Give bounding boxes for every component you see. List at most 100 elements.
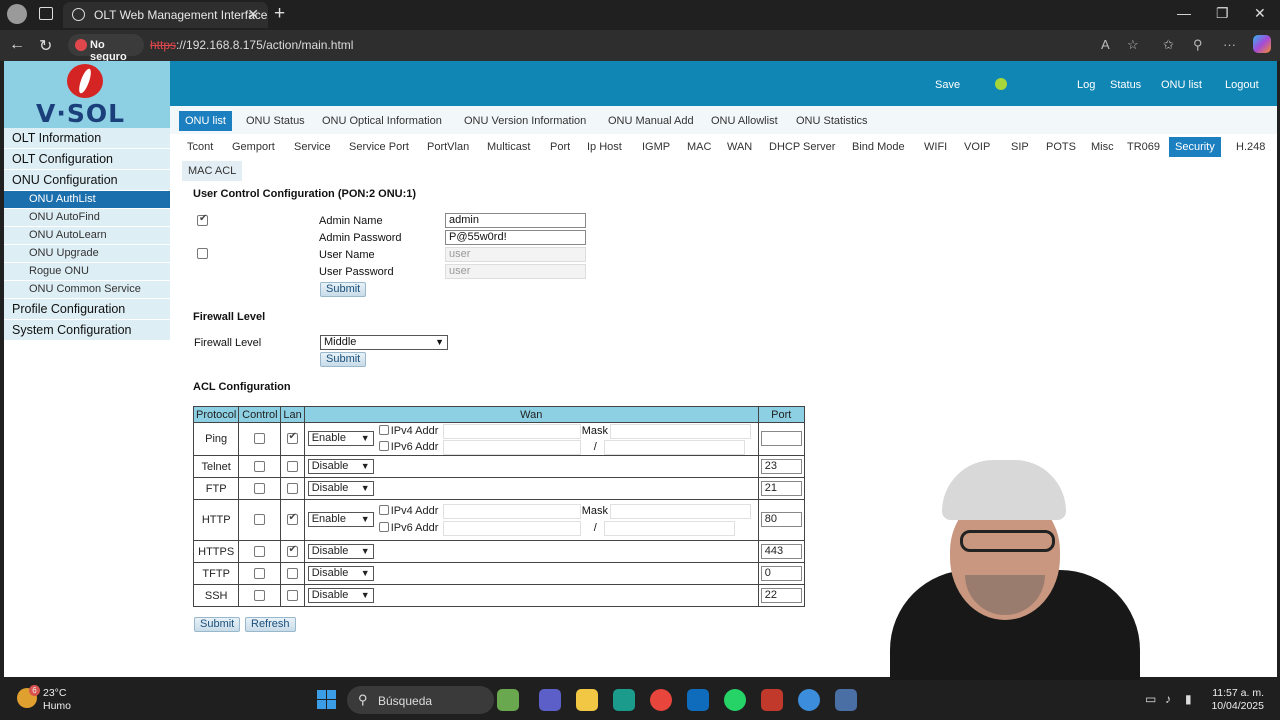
file-explorer-icon[interactable]: [576, 689, 598, 711]
lan-checkbox[interactable]: [286, 460, 298, 472]
reload-icon[interactable]: ↻: [39, 36, 52, 56]
outlook-icon[interactable]: [687, 689, 709, 711]
ipv6-input[interactable]: [442, 440, 581, 455]
app-icon-1[interactable]: [497, 689, 519, 711]
edge-icon[interactable]: [613, 689, 635, 711]
control-checkbox[interactable]: [253, 589, 265, 601]
user-control-submit-button[interactable]: Submit: [320, 282, 367, 297]
ipv4-input[interactable]: [442, 504, 581, 519]
chevron-down-icon: ▼: [435, 337, 444, 347]
lan-checkbox[interactable]: [286, 567, 298, 579]
lan-cell: [280, 562, 305, 585]
lan-checkbox[interactable]: [286, 431, 298, 444]
control-cell: [238, 422, 282, 456]
acl-refresh-button[interactable]: Refresh: [245, 617, 296, 632]
wan-select[interactable]: Enable ▼: [307, 431, 374, 446]
restore-icon[interactable]: ❐: [1216, 5, 1229, 22]
port-input[interactable]: [760, 431, 802, 446]
mask-input[interactable]: [609, 504, 751, 519]
volume-icon[interactable]: ♪: [1165, 692, 1171, 706]
taskbar-clock[interactable]: 11:57 a. m. 10/04/2025: [1206, 687, 1264, 713]
tab-actions-icon[interactable]: [39, 7, 53, 20]
app-icon-red[interactable]: [761, 689, 783, 711]
protocol-cell: TFTP: [192, 562, 240, 585]
back-icon[interactable]: ←: [9, 36, 25, 54]
network-icon[interactable]: ▭: [1145, 692, 1156, 706]
lan-cell: [280, 540, 305, 563]
ipv4-checkbox[interactable]: [378, 505, 389, 515]
firewall-submit-button[interactable]: Submit: [320, 352, 367, 367]
app-icon-blue[interactable]: [798, 689, 820, 711]
favorite-icon[interactable]: ☆: [1127, 37, 1139, 53]
lan-checkbox[interactable]: [286, 512, 298, 525]
not-secure-badge[interactable]: No seguro: [68, 34, 144, 63]
extensions-icon[interactable]: ⚲: [1193, 37, 1203, 53]
admin-enable-checkbox[interactable]: [197, 213, 208, 226]
windows-start-icon[interactable]: [317, 690, 336, 709]
teams-icon[interactable]: [539, 689, 561, 711]
ipv4-input[interactable]: [442, 424, 581, 439]
port-input[interactable]: 443: [760, 543, 802, 559]
port-input[interactable]: 80: [760, 512, 802, 527]
favorites-icon[interactable]: ✩: [1163, 37, 1174, 53]
col-wan: Wan: [303, 406, 759, 423]
mask-input[interactable]: [609, 424, 751, 439]
wan-select[interactable]: Enable ▼: [307, 512, 374, 527]
person-glasses: [960, 530, 1055, 552]
control-checkbox[interactable]: [253, 567, 265, 579]
admin-name-input[interactable]: admin: [445, 213, 586, 228]
network-app-icon[interactable]: [835, 689, 857, 711]
control-checkbox[interactable]: [253, 545, 265, 557]
lan-checkbox[interactable]: [286, 482, 298, 494]
wan-select[interactable]: Disable ▼: [307, 480, 374, 496]
lan-checkbox[interactable]: [286, 544, 298, 557]
read-aloud-icon[interactable]: A: [1101, 37, 1110, 52]
ipv6-checkbox[interactable]: [378, 522, 389, 532]
new-tab-icon[interactable]: +: [274, 3, 285, 25]
lan-checkbox[interactable]: [286, 589, 298, 601]
acl-header-row: Protocol Control Lan Wan Port: [192, 406, 805, 423]
more-icon[interactable]: ···: [1223, 37, 1236, 52]
control-checkbox[interactable]: [253, 433, 265, 444]
port-input[interactable]: 22: [760, 587, 802, 603]
close-tab-icon[interactable]: ✕: [247, 6, 259, 23]
wan-select[interactable]: Disable ▼: [307, 587, 374, 603]
port-input[interactable]: 0: [760, 565, 802, 581]
profile-avatar-icon[interactable]: [7, 4, 27, 24]
user-name-input[interactable]: user: [445, 247, 586, 262]
ipv6-input[interactable]: [442, 521, 581, 536]
url-field[interactable]: https://192.168.8.175/action/main.html: [150, 38, 353, 52]
user-enable-checkbox[interactable]: [197, 248, 208, 259]
control-cell: [238, 477, 282, 500]
lan-cell: [280, 584, 305, 607]
acl-title: ACL Configuration: [193, 381, 291, 393]
acl-submit-button[interactable]: Submit: [194, 617, 241, 632]
taskbar-search[interactable]: ⚲ Búsqueda: [347, 686, 494, 714]
port-input[interactable]: 21: [760, 480, 802, 496]
control-checkbox[interactable]: [253, 460, 265, 472]
control-checkbox[interactable]: [253, 482, 265, 494]
ipv4-checkbox[interactable]: [378, 425, 389, 435]
warning-icon: [75, 39, 87, 51]
whatsapp-icon[interactable]: [724, 689, 746, 711]
weather-text[interactable]: 23°C Humo: [43, 687, 71, 713]
admin-password-input[interactable]: P@55w0rd!: [445, 230, 586, 245]
prefix-input[interactable]: [603, 521, 735, 536]
minimize-icon[interactable]: —: [1177, 5, 1191, 21]
acl-row-telnet: Telnet Disable ▼ 23: [192, 455, 805, 478]
port-input[interactable]: 23: [760, 458, 802, 474]
battery-icon[interactable]: ▮: [1185, 692, 1192, 706]
wan-select[interactable]: Disable ▼: [307, 543, 374, 559]
firewall-level-select[interactable]: Middle ▼: [320, 335, 448, 350]
control-cell: [238, 499, 282, 541]
chrome-icon[interactable]: [650, 689, 672, 711]
close-window-icon[interactable]: ✕: [1254, 5, 1266, 22]
user-password-input[interactable]: user: [445, 264, 586, 279]
browser-tab[interactable]: OLT Web Management Interface ✕: [63, 2, 268, 28]
control-checkbox[interactable]: [253, 514, 265, 525]
wan-select[interactable]: Disable ▼: [307, 458, 374, 474]
prefix-input[interactable]: [603, 440, 745, 455]
wan-select[interactable]: Disable ▼: [307, 565, 374, 581]
copilot-icon[interactable]: [1253, 35, 1271, 53]
ipv6-checkbox[interactable]: [378, 441, 389, 451]
